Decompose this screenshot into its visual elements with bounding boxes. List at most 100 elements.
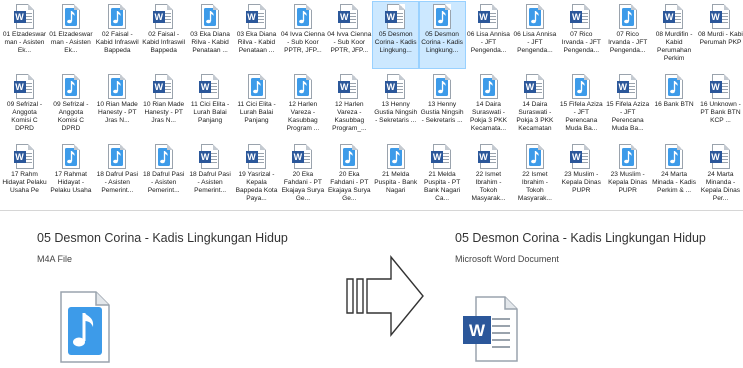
file-name-label: 05 Desmon Corina - Kadis Lingkung... bbox=[374, 31, 417, 54]
source-file-title: 05 Desmon Corina - Kadis Lingkungan Hidu… bbox=[37, 231, 288, 245]
word-document-icon: W bbox=[13, 4, 36, 30]
file-name-label: 17 Rahmat Hidayat - Pelaku Usaha bbox=[50, 171, 92, 194]
word-document-icon: W bbox=[291, 144, 314, 170]
word-file-item[interactable]: W 24 Marta Minanda - Kepala Dinas Per... bbox=[698, 142, 743, 205]
file-name-label: 18 Dafrul Pasi - Asisten Pemerint... bbox=[189, 171, 231, 194]
source-music-icon[interactable] bbox=[60, 291, 110, 363]
word-file-item[interactable]: W 03 Eka Diana Rilva - Kabid Penataan ... bbox=[234, 2, 279, 68]
word-document-icon: W bbox=[523, 74, 546, 100]
music-file-item[interactable]: 22 Ismet Ibrahim - Tokoh Masyarak... bbox=[512, 142, 557, 205]
word-file-item[interactable]: W 23 Muslim - Kepala Dinas PUPR bbox=[559, 142, 604, 205]
word-file-item[interactable]: W 20 Eka Fahdani - PT Ekajaya Surya Ge... bbox=[280, 142, 325, 205]
word-file-item[interactable]: W 02 Faisal - Kabid Infraswil Bappeda bbox=[141, 2, 186, 68]
music-file-item[interactable]: 20 Eka Fahdani - PT Ekajaya Surya Ge... bbox=[327, 142, 372, 205]
word-file-item[interactable]: W 09 Sefrizal - Anggota Komisi C DPRD bbox=[2, 72, 47, 138]
music-file-item[interactable]: 24 Marta Minada - Kadis Perkim & ... bbox=[652, 142, 697, 205]
music-file-icon bbox=[106, 74, 128, 100]
file-name-label: 11 Cici Elita - Lurah Balai Panjang bbox=[237, 101, 276, 124]
music-file-icon bbox=[60, 74, 82, 100]
file-name-label: 14 Daira Suraswati - Pokja 3 PKK Kecamat… bbox=[516, 101, 554, 132]
file-name-label: 07 Rico Irvanda - JFT Pengenda... bbox=[561, 31, 601, 54]
file-name-label: 08 Murdifin - Kabid Perumahan Perkim bbox=[655, 31, 693, 62]
file-name-label: 07 Rico Irvanda - JFT Pengenda... bbox=[608, 31, 648, 54]
file-name-label: 17 Rahm Hidayat Pelaku Usaha Pe bbox=[2, 171, 47, 194]
music-file-item[interactable]: 23 Muslim - Kepala Dinas PUPR bbox=[605, 142, 650, 205]
music-file-item[interactable]: 14 Daira Suraswati - Pokja 3 PKK Kecamat… bbox=[466, 72, 511, 138]
music-file-item[interactable]: 18 Dafrul Pasi - Asisten Pemerint... bbox=[95, 142, 140, 205]
word-document-icon: W bbox=[338, 4, 360, 30]
file-name-label: 09 Sefrizal - Anggota Komisi C DPRD bbox=[53, 101, 89, 132]
word-document-icon: W bbox=[709, 4, 732, 30]
word-file-item[interactable]: W 22 Ismet Ibrahim - Tokoh Masyarak... bbox=[466, 142, 511, 205]
word-file-item[interactable]: W 13 Henny Gustia Ningsih - Sekretaris ..… bbox=[373, 72, 418, 138]
word-file-item[interactable]: W 05 Desmon Corina - Kadis Lingkung... bbox=[372, 1, 420, 69]
music-file-item[interactable]: 17 Rahmat Hidayat - Pelaku Usaha bbox=[48, 142, 93, 205]
file-name-label: 21 Melda Puspita - PT Bank Nagari Ca... bbox=[423, 171, 461, 202]
music-file-item[interactable]: 06 Lisa Annisa - JFT Pengenda... bbox=[512, 2, 557, 68]
music-file-item[interactable]: 03 Eka Diana Rilva - Kabid Penataan ... bbox=[188, 2, 233, 68]
music-file-item[interactable]: 09 Sefrizal - Anggota Komisi C DPRD bbox=[48, 72, 93, 138]
word-file-item[interactable]: W 12 Harlen Vareza - Kasubbag Program_... bbox=[327, 72, 372, 138]
word-document-icon: W bbox=[709, 144, 732, 170]
word-file-item[interactable]: W 17 Rahm Hidayat Pelaku Usaha Pe bbox=[2, 142, 47, 205]
word-file-item[interactable]: W 06 Lisa Annisa - JFT Pengenda... bbox=[466, 2, 511, 68]
music-file-item[interactable]: 02 Faisal - Kabid Infraswil Bappeda bbox=[95, 2, 140, 68]
music-file-item[interactable]: 01 Elzadeswar man - Asisten Ek... bbox=[48, 2, 93, 68]
music-file-item[interactable]: 07 Rico Irvanda - JFT Pengenda... bbox=[605, 2, 650, 68]
word-file-item[interactable]: W 10 Rian Made Hanesty - PT Jras N... bbox=[141, 72, 186, 138]
word-document-icon: W bbox=[616, 74, 639, 100]
file-name-label: 20 Eka Fahdani - PT Ekajaya Surya Ge... bbox=[281, 171, 325, 202]
file-name-label: 13 Henny Gustia Ningsih - Sekretaris ... bbox=[420, 101, 464, 124]
word-document-icon: W bbox=[152, 4, 175, 30]
word-document-icon: W bbox=[570, 4, 592, 30]
word-file-item[interactable]: W 15 Fifela Aziza - JFT Perencana Muda Ba… bbox=[605, 72, 650, 138]
convert-arrow-icon bbox=[345, 253, 425, 339]
music-file-icon bbox=[60, 4, 82, 30]
music-file-item[interactable]: 15 Fifela Aziza - JFT Perencana Muda Ba.… bbox=[559, 72, 604, 138]
music-file-icon bbox=[663, 74, 685, 100]
music-file-item[interactable]: 05 Desmon Corina - Kadis Lingkung... bbox=[418, 1, 466, 69]
music-file-item[interactable]: 04 Ivva Cienna - Sub Koor PPTR, JFP... bbox=[280, 2, 325, 68]
music-file-item[interactable]: 16 Bank BTN bbox=[652, 72, 697, 138]
file-name-label: 10 Rian Made Hanesty - PT Jras N... bbox=[143, 101, 185, 124]
file-name-label: 24 Marta Minanda - Kepala Dinas Per... bbox=[700, 171, 741, 202]
file-name-label: 22 Ismet Ibrahim - Tokoh Masyarak... bbox=[471, 171, 506, 202]
music-file-icon bbox=[338, 144, 360, 170]
word-file-item[interactable]: W 18 Dafrul Pasi - Asisten Pemerint... bbox=[188, 142, 233, 205]
target-word-icon[interactable]: W bbox=[462, 296, 518, 362]
word-file-item[interactable]: W 08 Murdi - Kabi Perumah PKP bbox=[698, 2, 743, 68]
music-file-icon bbox=[153, 144, 175, 170]
file-name-label: 04 Ivva Cienna - Sub Koor PPTR, JFP... bbox=[327, 31, 372, 54]
music-file-item[interactable]: 21 Melda Puspita - Bank Nagari bbox=[373, 142, 418, 205]
file-name-label: 13 Henny Gustia Ningsih - Sekretaris ... bbox=[374, 101, 418, 124]
svg-text:W: W bbox=[469, 321, 486, 340]
word-file-item[interactable]: W 01 Elzadeswar man - Asisten Ek... bbox=[2, 2, 47, 68]
music-file-icon bbox=[617, 144, 639, 170]
file-name-label: 16 Unknown - PT Bank BTN KCP ... bbox=[700, 101, 741, 124]
music-file-item[interactable]: 11 Cici Elita - Lurah Balai Panjang bbox=[234, 72, 279, 138]
word-file-item[interactable]: W 14 Daira Suraswati - Pokja 3 PKK Kecama… bbox=[512, 72, 557, 138]
file-name-label: 03 Eka Diana Rilva - Kabid Penataan ... bbox=[190, 31, 230, 54]
file-name-label: 19 Yasrizal - Kepala Bappeda Kota Paya..… bbox=[235, 171, 278, 202]
music-file-item[interactable]: 10 Rian Made Hanesty - PT Jras N... bbox=[95, 72, 140, 138]
file-grid: W 01 Elzadeswar man - Asisten Ek... 01 Elz… bbox=[0, 0, 743, 205]
word-file-item[interactable]: W 07 Rico Irvanda - JFT Pengenda... bbox=[559, 2, 604, 68]
file-name-label: 06 Lisa Annisa - JFT Pengenda... bbox=[467, 31, 510, 54]
word-file-item[interactable]: W 21 Melda Puspita - PT Bank Nagari Ca... bbox=[420, 142, 465, 205]
music-file-icon bbox=[292, 74, 314, 100]
word-file-item[interactable]: W 11 Cici Elita - Lurah Balai Panjang bbox=[188, 72, 233, 138]
music-file-item[interactable]: 13 Henny Gustia Ningsih - Sekretaris ... bbox=[420, 72, 465, 138]
music-file-icon bbox=[431, 74, 453, 100]
word-file-item[interactable]: W 08 Murdifin - Kabid Perumahan Perkim bbox=[652, 2, 697, 68]
word-file-item[interactable]: W 04 Ivva Cienna - Sub Koor PPTR, JFP... bbox=[327, 2, 372, 68]
word-document-icon: W bbox=[709, 74, 732, 100]
music-file-icon bbox=[478, 74, 500, 100]
music-file-icon bbox=[663, 144, 685, 170]
music-file-item[interactable]: 18 Dafrul Pasi - Asisten Pemerint... bbox=[141, 142, 186, 205]
music-file-item[interactable]: 12 Harlen Vareza - Kasubbag Program ... bbox=[280, 72, 325, 138]
word-document-icon: W bbox=[199, 144, 221, 170]
file-name-label: 15 Fifela Aziza - JFT Perencana Muda Ba.… bbox=[606, 101, 650, 132]
word-file-item[interactable]: W 16 Unknown - PT Bank BTN KCP ... bbox=[698, 72, 743, 138]
word-file-item[interactable]: W 19 Yasrizal - Kepala Bappeda Kota Paya.… bbox=[234, 142, 279, 205]
word-document-icon: W bbox=[431, 144, 453, 170]
